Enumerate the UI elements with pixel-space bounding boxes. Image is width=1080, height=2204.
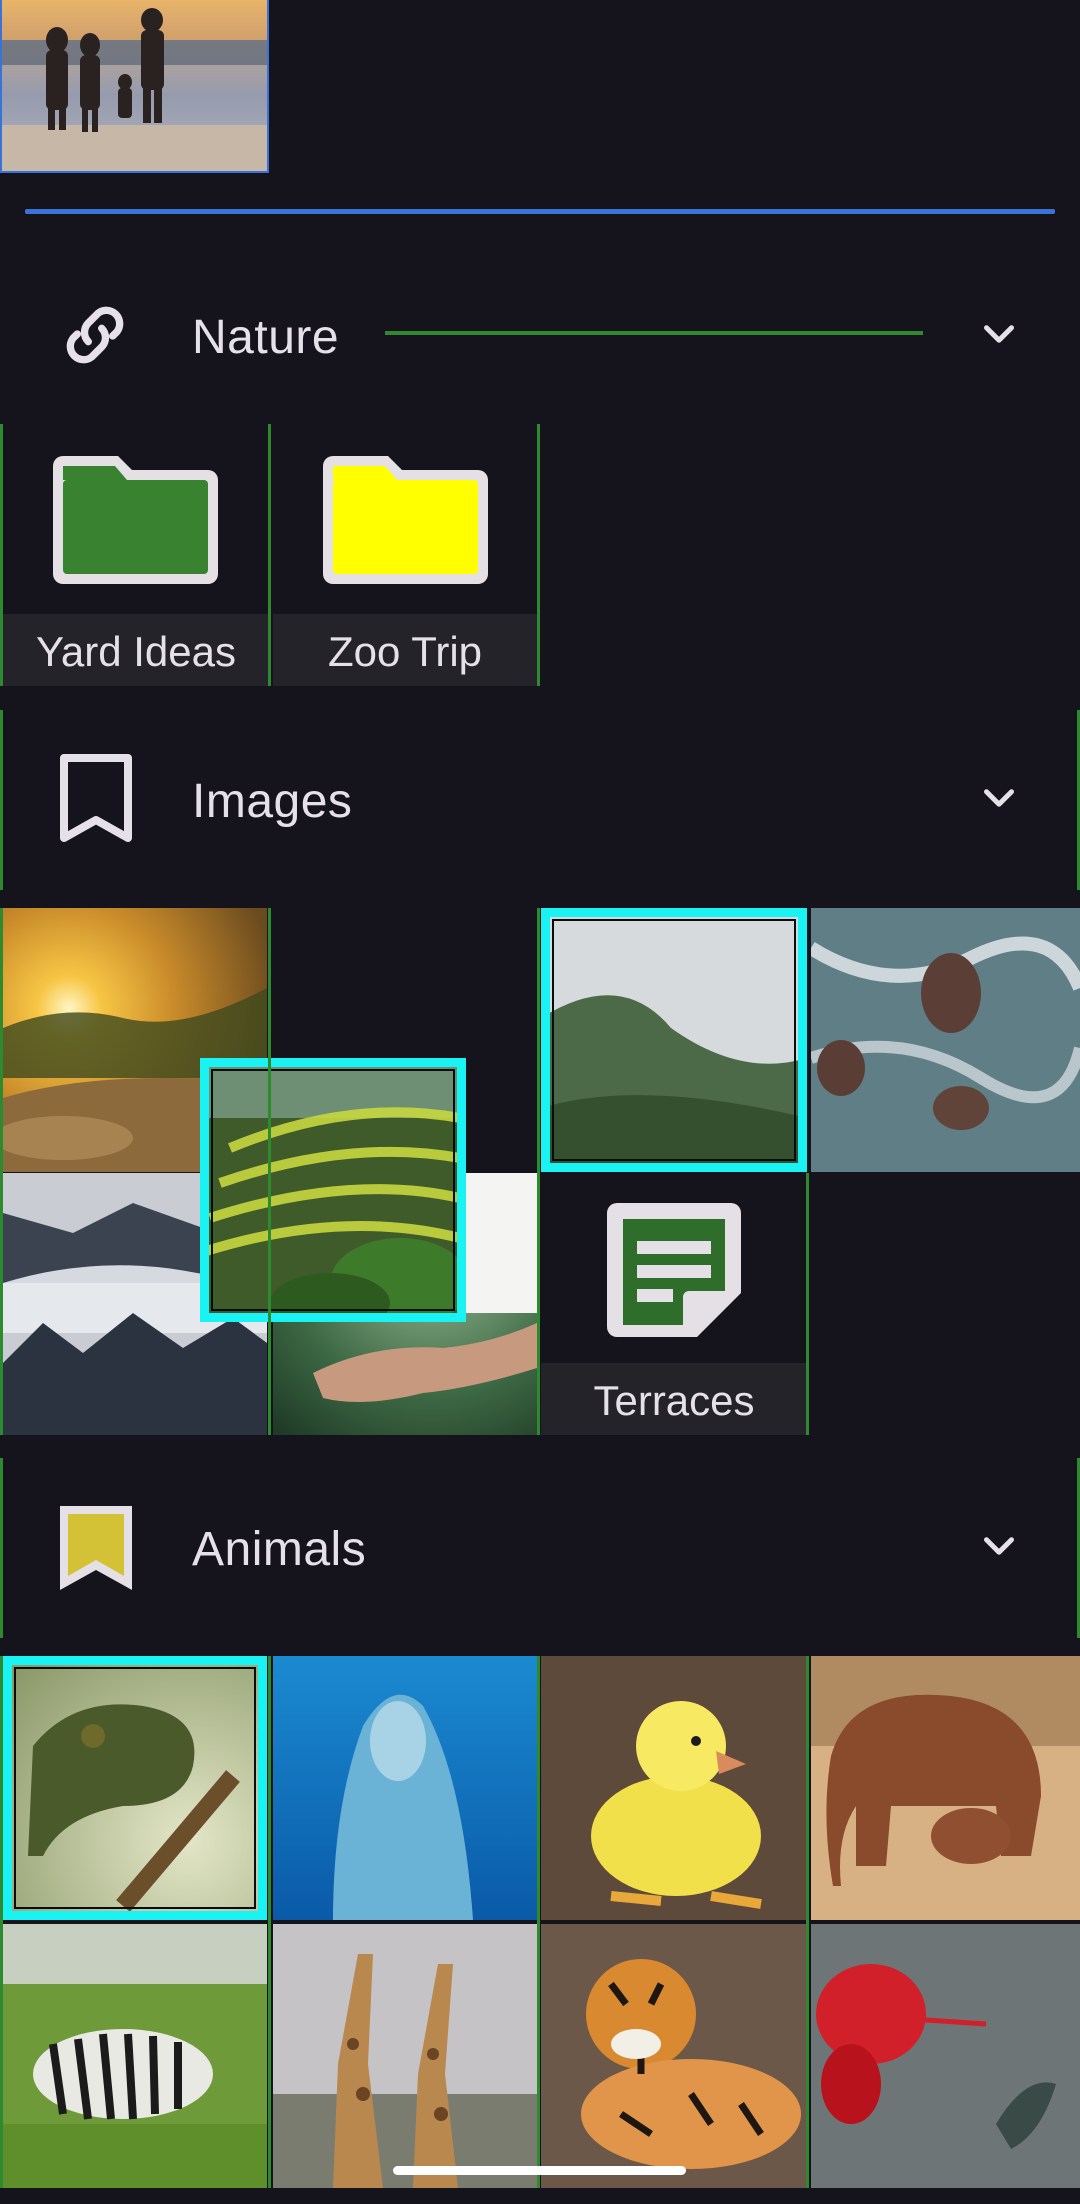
section-title: Nature — [192, 311, 340, 364]
photo-hummingbird-hibiscus[interactable] — [811, 1924, 1080, 2188]
section-header-images[interactable]: Images — [0, 710, 1080, 890]
group-border — [806, 1656, 809, 2188]
photo-rocky-sea[interactable] — [811, 908, 1080, 1172]
group-border — [537, 424, 540, 686]
group-border — [537, 1656, 540, 2188]
chevron-down-icon[interactable] — [974, 1521, 1024, 1571]
folder-tile-zoo-trip[interactable]: Zoo Trip — [273, 424, 537, 686]
folder-icon — [323, 456, 488, 584]
folder-label: Yard Ideas — [35, 628, 236, 675]
folder-tile-yard-ideas[interactable]: Yard Ideas — [3, 424, 269, 686]
group-border — [0, 710, 3, 890]
dolphin-image — [273, 1656, 537, 1920]
beach-family-image — [2, 0, 267, 171]
zebras-image — [3, 1924, 267, 2188]
selection-divider — [25, 209, 1055, 214]
photo-giraffes[interactable] — [273, 1924, 537, 2188]
photo-misty-hill[interactable] — [541, 908, 807, 1172]
section-title: Images — [192, 775, 353, 828]
group-border — [537, 908, 540, 1435]
link-icon — [66, 306, 124, 364]
photo-zebras[interactable] — [3, 1924, 267, 2188]
folder-label: Zoo Trip — [327, 628, 483, 675]
bookmark-outline-icon — [60, 754, 132, 842]
section-header-animals[interactable]: Animals — [0, 1458, 1080, 1638]
chevron-down-icon[interactable] — [974, 773, 1024, 823]
giraffes-image — [273, 1924, 537, 2188]
rocky-sea-image — [811, 908, 1080, 1172]
note-tile-terraces[interactable]: Terraces — [541, 1173, 807, 1435]
photo-beach-family[interactable] — [0, 0, 269, 173]
photo-chameleon[interactable] — [3, 1656, 267, 1920]
bookmark-filled-icon — [60, 1506, 132, 1590]
group-border — [268, 1656, 271, 2188]
photo-rice-terraces[interactable] — [200, 1058, 466, 1322]
group-border — [268, 424, 271, 686]
hummingbird-image — [811, 1924, 1080, 2188]
group-border — [0, 1458, 3, 1638]
note-icon — [607, 1203, 741, 1337]
group-border — [268, 908, 271, 1435]
group-border — [806, 1173, 809, 1435]
note-label: Terraces — [593, 1377, 755, 1424]
photo-dolphin[interactable] — [273, 1656, 537, 1920]
photo-elephants[interactable] — [811, 1656, 1080, 1920]
selection-highlight — [541, 908, 807, 1172]
chevron-down-icon[interactable] — [974, 309, 1024, 359]
photo-duckling[interactable] — [541, 1656, 807, 1920]
photo-tiger[interactable] — [541, 1924, 807, 2188]
duckling-image — [541, 1656, 807, 1920]
folder-icon — [53, 456, 218, 584]
tiger-image — [541, 1924, 807, 2188]
selection-highlight — [3, 1656, 267, 1920]
group-border — [0, 908, 3, 1435]
group-border — [0, 1656, 3, 2188]
section-title: Animals — [192, 1523, 367, 1576]
section-header-nature[interactable]: Nature — [0, 280, 1080, 390]
selection-highlight — [200, 1058, 466, 1322]
group-indicator-line — [385, 331, 923, 335]
gesture-home-bar[interactable] — [393, 2166, 686, 2175]
group-border — [0, 424, 3, 686]
elephants-image — [811, 1656, 1080, 1920]
